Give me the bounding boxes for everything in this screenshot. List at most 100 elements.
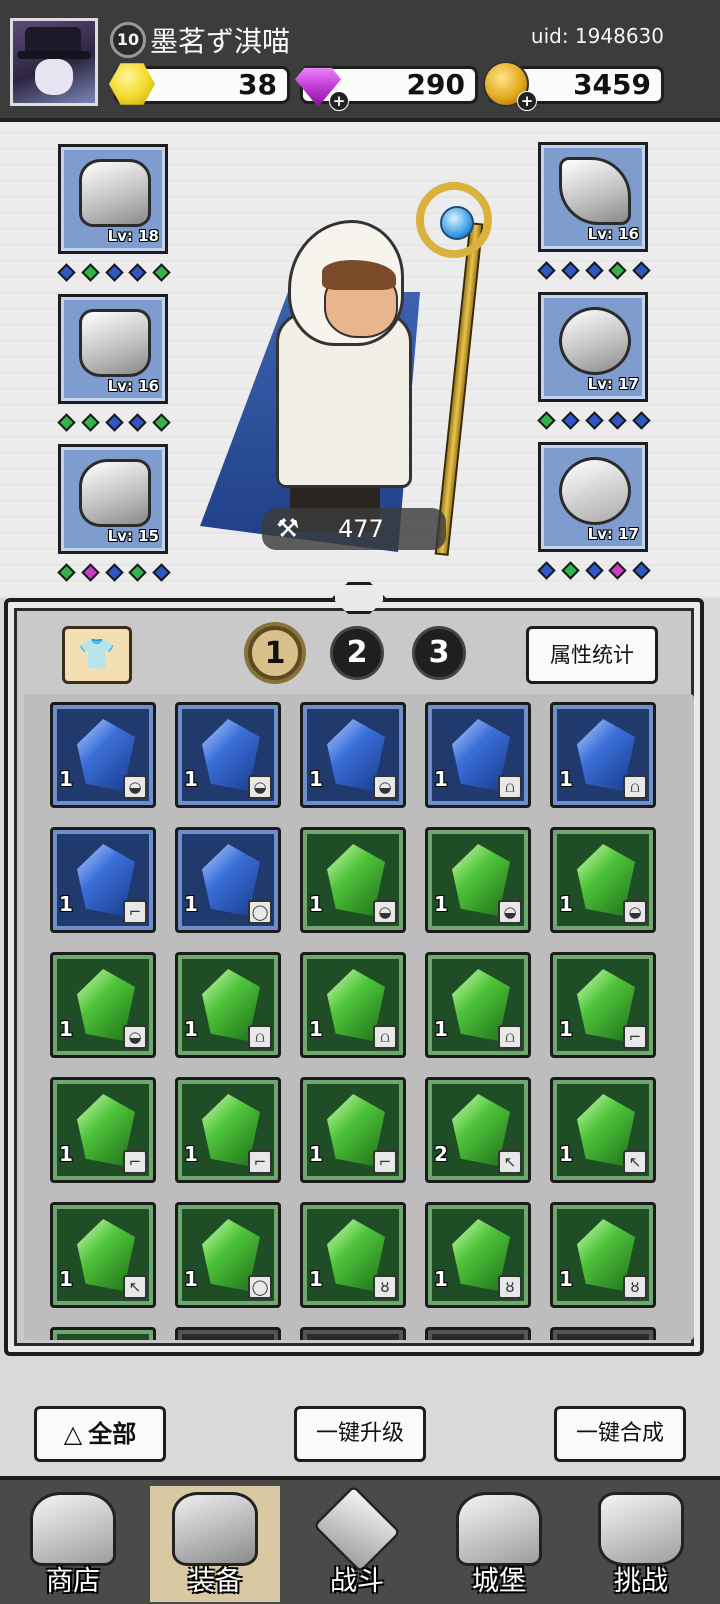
inventory-item[interactable]: 1 ⌐	[50, 1077, 156, 1183]
tab-set-1[interactable]: 1	[248, 626, 302, 680]
inventory-item[interactable]: 1 ⌐	[50, 827, 156, 933]
inventory-item[interactable]: 1 ◒	[300, 702, 406, 808]
inventory-item[interactable]: 1 ↖	[550, 1077, 656, 1183]
outfit-toggle-button[interactable]: 👕	[62, 626, 132, 684]
helmet-slot[interactable]: Lv: 18	[58, 144, 168, 254]
inventory-item[interactable]: 1 ⩍	[550, 702, 656, 808]
weapon-slot-icon: ↖	[498, 1150, 522, 1174]
tab-set-3[interactable]: 3	[412, 626, 466, 680]
armor-slot-icon: ⩍	[373, 1025, 397, 1049]
inventory-item[interactable]: 2 ↖	[425, 1077, 531, 1183]
armor-level: Lv: 16	[107, 377, 159, 395]
nav-battle[interactable]: 战斗	[292, 1484, 422, 1602]
inventory-item[interactable]: 1 ◯	[175, 827, 281, 933]
inventory-item[interactable]	[50, 1327, 156, 1340]
armor-slot-icon: ⩍	[248, 1025, 272, 1049]
blue-gem-icon	[584, 411, 604, 430]
inventory-item[interactable]: 1ȣ	[425, 1202, 531, 1308]
combat-power-value: 477	[338, 515, 384, 543]
helmet-icon	[79, 159, 151, 227]
add-gems-icon[interactable]: +	[329, 91, 349, 111]
armor-slot-icon: ⩍	[498, 775, 522, 799]
magenta-gem-icon	[81, 563, 100, 582]
nav-castle[interactable]: 城堡	[434, 1486, 564, 1602]
inventory-item[interactable]	[175, 1327, 281, 1340]
green-gem-icon	[608, 261, 627, 280]
nav-equipment-label: 装备	[188, 1566, 242, 1597]
blue-gem-icon	[128, 263, 147, 282]
boots-slot[interactable]: Lv: 15	[58, 444, 168, 554]
tab-set-2[interactable]: 2	[330, 626, 384, 680]
armor-slot[interactable]: Lv: 16	[58, 294, 168, 404]
inventory-item[interactable]: 1 ◯	[175, 1202, 281, 1308]
inventory-item[interactable]: 1 ⩍	[300, 952, 406, 1058]
inventory-item[interactable]: 1 ◒	[425, 827, 531, 933]
shirt-icon: 👕	[78, 637, 116, 672]
blue-gem-icon	[561, 411, 580, 430]
inventory-item[interactable]: 1 ⩍	[425, 952, 531, 1058]
character-panel: Lv: 18 Lv: 16 Lv: 15 Lv: 16 Lv: 17 Lv: 1…	[0, 122, 720, 598]
inventory-item[interactable]: 1ȣ	[300, 1202, 406, 1308]
inventory-scroll-area[interactable]: 1 ◒ 1 ◒ 1 ◒ 1 ⩍ 1 ⩍ 1 ⌐ 1 ◯ 1 ◒ 1 ◒ 1 ◒ 1 ◒ 1 ⩍ 1 ⩍ 1 ⩍ 1 ⌐ 1 ⌐ 1 ⌐ 1 ⌐ 2 ↖ 1 ↖…	[24, 694, 694, 1340]
inventory-grid: 1 ◒ 1 ◒ 1 ◒ 1 ⩍ 1 ⩍ 1 ⌐ 1 ◯ 1 ◒ 1 ◒ 1 ◒ 1 ◒ 1 ⩍ 1 ⩍ 1 ⩍ 1 ⌐ 1 ⌐ 1 ⌐ 1 ⌐ 2 ↖ 1 ↖…	[50, 702, 678, 1340]
weapon-power-icon: ⚒	[276, 514, 300, 544]
combat-power-bar: ⚒ 477	[262, 508, 446, 550]
gold-amount: 38	[238, 68, 277, 101]
helmet-slot-icon: ◒	[123, 775, 147, 799]
item-quantity: 1	[309, 767, 323, 791]
inventory-item[interactable]	[300, 1327, 406, 1340]
inventory-item[interactable]: 1 ◒	[300, 827, 406, 933]
inventory-item[interactable]: 1 ◒	[50, 952, 156, 1058]
inventory-item[interactable]: 1 ⌐	[175, 1077, 281, 1183]
coin-counter[interactable]: + 3459	[483, 61, 664, 111]
inventory-item[interactable]: 1 ⩍	[425, 702, 531, 808]
inventory-item[interactable]: 1ȣ	[550, 1202, 656, 1308]
green-gem-icon	[128, 563, 147, 582]
inventory-item[interactable]	[550, 1327, 656, 1340]
nav-battle-label: 战斗	[330, 1566, 384, 1597]
ring-slot[interactable]: Lv: 17	[538, 292, 648, 402]
blue-gem-icon	[104, 563, 124, 582]
boots-slot-icon: ⌐	[373, 1150, 397, 1174]
armor-gems	[57, 413, 171, 432]
ring-gems	[537, 411, 651, 430]
blue-gem-icon	[632, 261, 651, 280]
attribute-stats-button[interactable]: 属性统计	[526, 626, 658, 684]
inventory-item[interactable]: 1 ⌐	[300, 1077, 406, 1183]
item-quantity: 1	[559, 767, 573, 791]
inventory-item[interactable]: 1 ◒	[50, 702, 156, 808]
blue-gem-icon	[104, 263, 124, 282]
gem-counter[interactable]: + 290	[295, 66, 478, 111]
upgrade-all-button[interactable]: 一键升级	[294, 1406, 426, 1462]
blue-gem-icon	[537, 261, 556, 280]
nav-shop[interactable]: 商店	[8, 1486, 138, 1602]
filter-all-button[interactable]: △ 全部	[34, 1406, 166, 1462]
nav-equipment[interactable]: 装备	[150, 1486, 280, 1602]
inventory-item[interactable]: 1 ⌐	[550, 952, 656, 1058]
inventory-item[interactable]: 1 ◒	[550, 827, 656, 933]
necklace-slot[interactable]: Lv: 17	[538, 442, 648, 552]
hero-character[interactable]	[190, 142, 530, 632]
item-quantity: 1	[559, 892, 573, 916]
item-quantity: 1	[434, 1267, 448, 1291]
green-gem-icon	[81, 413, 100, 432]
item-quantity: 1	[434, 892, 448, 916]
nav-shop-label: 商店	[46, 1566, 100, 1597]
add-coins-icon[interactable]: +	[517, 91, 537, 111]
inventory-item[interactable]: 1 ◒	[175, 702, 281, 808]
weapon-slot-icon: ↖	[623, 1150, 647, 1174]
inventory-item[interactable]: 1 ⩍	[175, 952, 281, 1058]
player-avatar[interactable]	[10, 18, 98, 106]
merge-all-button[interactable]: 一键合成	[554, 1406, 686, 1462]
gold-icon	[109, 63, 155, 105]
inventory-item[interactable]	[425, 1327, 531, 1340]
inventory-item[interactable]: 1 ↖	[50, 1202, 156, 1308]
shop-icon	[30, 1492, 116, 1566]
item-quantity: 1	[184, 767, 198, 791]
weapon-slot[interactable]: Lv: 16	[538, 142, 648, 252]
ring-slot-icon: ◯	[248, 1275, 272, 1299]
castle-icon	[456, 1492, 542, 1566]
ring-slot-icon: ◯	[248, 900, 272, 924]
blue-gem-icon	[537, 561, 556, 580]
nav-challenge[interactable]: 挑战	[576, 1486, 706, 1602]
